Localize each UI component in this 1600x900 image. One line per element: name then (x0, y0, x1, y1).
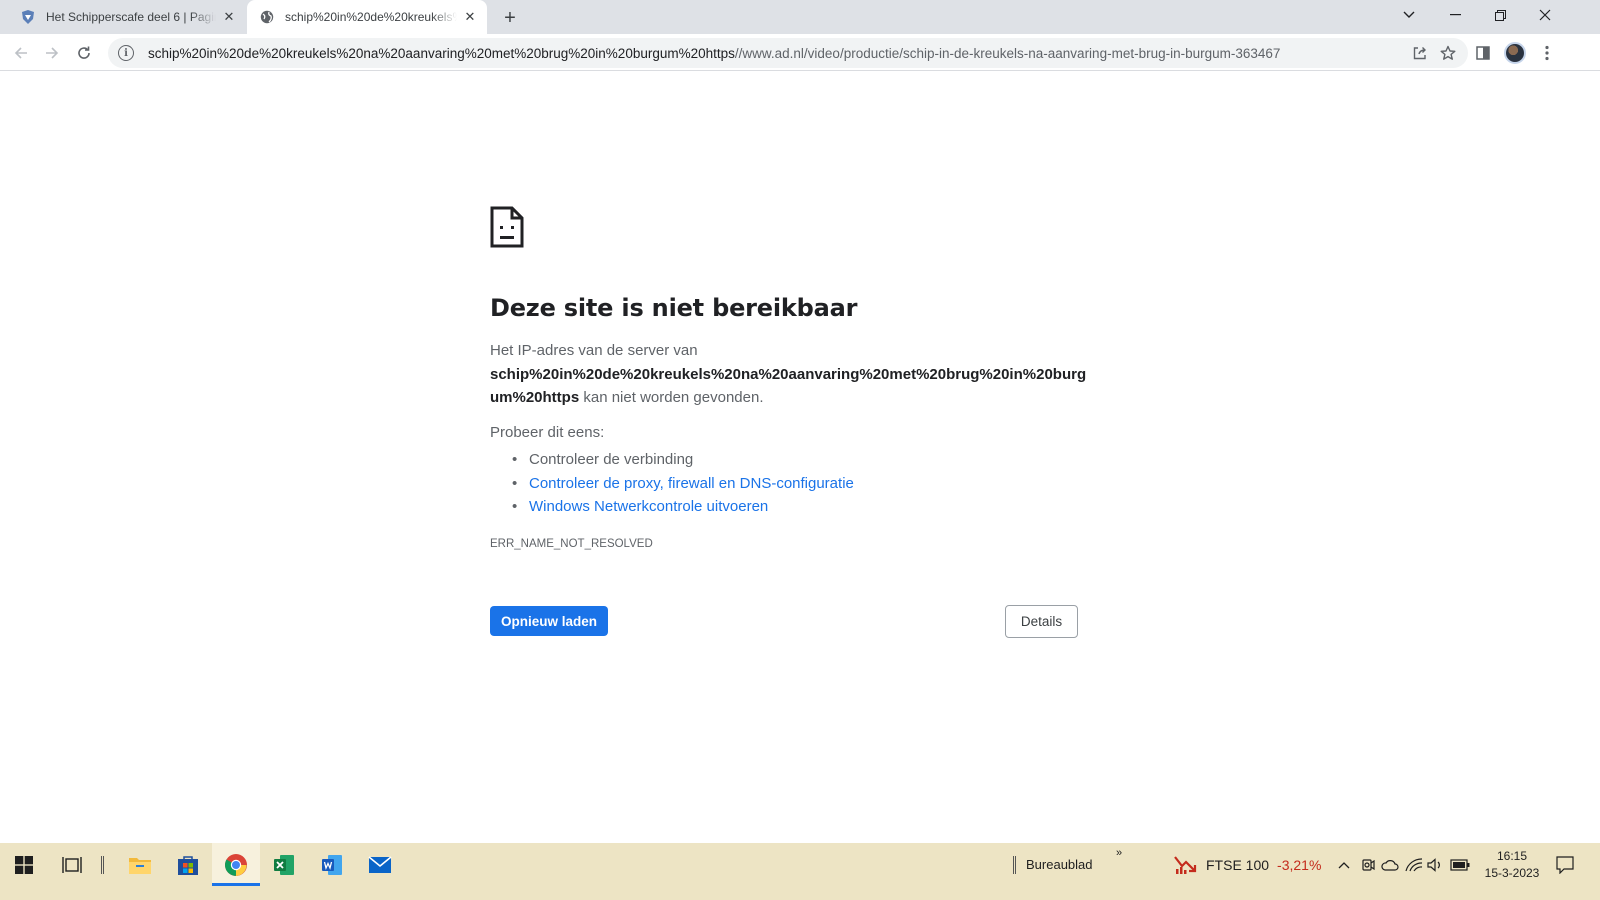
error-code: ERR_NAME_NOT_RESOLVED (490, 538, 653, 550)
try-heading: Probeer dit eens: (490, 424, 605, 441)
suggestion-check-connection: Controleer de verbinding (512, 448, 854, 472)
url-text[interactable]: schip%20in%20de%20kreukels%20na%20aanvar… (148, 46, 1406, 61)
tab-schipperscafe[interactable]: Het Schipperscafe deel 6 | Pagina ✕ (8, 0, 246, 34)
ticker-change: -3,21% (1277, 856, 1322, 873)
sad-page-icon (490, 206, 524, 253)
close-window-icon[interactable] (1522, 0, 1568, 30)
toolbar-separator-icon (1013, 855, 1016, 874)
error-desc-prefix: Het IP-adres van de server van (490, 342, 698, 359)
tab-title: schip%20in%20de%20kreukels%20na (285, 10, 457, 24)
close-icon[interactable]: ✕ (220, 8, 238, 26)
ticker-name: FTSE 100 (1206, 856, 1270, 873)
reload-icon[interactable] (70, 39, 98, 67)
toolbar-separator-icon (96, 843, 108, 886)
address-bar[interactable]: i schip%20in%20de%20kreukels%20na%20aanv… (108, 38, 1468, 68)
clock[interactable]: 16:15 15-3-2023 (1480, 843, 1544, 886)
error-title: Deze site is niet bereikbaar (490, 294, 858, 322)
reload-button[interactable]: Opnieuw laden (490, 606, 608, 636)
url-path: //www.ad.nl/video/productie/schip-in-de-… (734, 45, 1281, 61)
battery-icon[interactable] (1450, 843, 1470, 886)
clock-time: 16:15 (1496, 848, 1528, 863)
notification-center-icon[interactable] (1556, 843, 1574, 886)
forward-arrow-icon[interactable] (38, 39, 66, 67)
avatar (1504, 42, 1526, 64)
share-icon[interactable] (1406, 39, 1434, 67)
stock-down-icon (1174, 855, 1197, 874)
new-tab-button[interactable]: + (498, 6, 522, 30)
desktop-toolbar[interactable]: Bureaublad (1012, 843, 1093, 886)
meet-now-icon[interactable] (1361, 843, 1375, 886)
error-description: Het IP-adres van de server van schip%20i… (490, 339, 1090, 410)
tab-active-error[interactable]: schip%20in%20de%20kreukels%20na ✕ (247, 0, 487, 34)
file-explorer-icon[interactable] (116, 843, 164, 886)
clock-date: 15-3-2023 (1484, 865, 1540, 880)
minimize-icon[interactable] (1432, 0, 1478, 30)
globe-icon (259, 9, 275, 25)
mail-icon[interactable] (356, 843, 404, 886)
back-arrow-icon[interactable] (7, 39, 35, 67)
onedrive-cloud-icon[interactable] (1381, 843, 1399, 886)
volume-icon[interactable] (1427, 843, 1445, 886)
forum-favicon-icon (20, 9, 36, 25)
suggestion-check-proxy-link[interactable]: Controleer de proxy, firewall en DNS-con… (512, 472, 854, 496)
windows-taskbar: Bureaublad » FTSE 100 -3,21% 16:15 15-3-… (0, 843, 1600, 900)
side-panel-icon[interactable] (1469, 39, 1497, 67)
site-info-icon[interactable]: i (118, 45, 134, 61)
error-host: schip%20in%20de%20kreukels%20na%20aanvar… (490, 365, 1087, 407)
browser-toolbar: i schip%20in%20de%20kreukels%20na%20aanv… (0, 34, 1600, 71)
desktop-label: Bureaublad (1026, 857, 1093, 872)
show-hidden-icons-icon[interactable] (1338, 843, 1350, 886)
chrome-taskbar-icon[interactable] (212, 843, 260, 886)
suggestion-network-diagnostics-link[interactable]: Windows Netwerkcontrole uitvoeren (512, 495, 854, 519)
details-button[interactable]: Details (1005, 605, 1078, 638)
error-desc-suffix: kan niet worden gevonden. (583, 389, 764, 406)
tab-title: Het Schipperscafe deel 6 | Pagina (46, 10, 216, 24)
task-view-icon[interactable] (48, 843, 96, 886)
stock-widget[interactable]: FTSE 100 -3,21% (1174, 843, 1321, 886)
suggestion-list: Controleer de verbinding Controleer de p… (512, 448, 854, 519)
url-host: schip%20in%20de%20kreukels%20na%20aanvar… (148, 45, 735, 61)
microsoft-store-icon[interactable] (164, 843, 212, 886)
excel-icon[interactable] (260, 843, 308, 886)
tab-search-icon[interactable] (1386, 0, 1432, 30)
wifi-icon[interactable] (1405, 843, 1423, 886)
menu-kebab-icon[interactable] (1533, 39, 1561, 67)
restore-icon[interactable] (1477, 0, 1523, 30)
start-windows-icon[interactable] (0, 843, 48, 886)
close-icon[interactable]: ✕ (461, 8, 479, 26)
tab-strip: Het Schipperscafe deel 6 | Pagina ✕ schi… (0, 0, 1600, 34)
profile-avatar[interactable] (1501, 39, 1529, 67)
bookmark-star-icon[interactable] (1434, 39, 1462, 67)
word-icon[interactable] (308, 843, 356, 886)
toolbar-overflow-icon[interactable]: » (1116, 831, 1122, 874)
